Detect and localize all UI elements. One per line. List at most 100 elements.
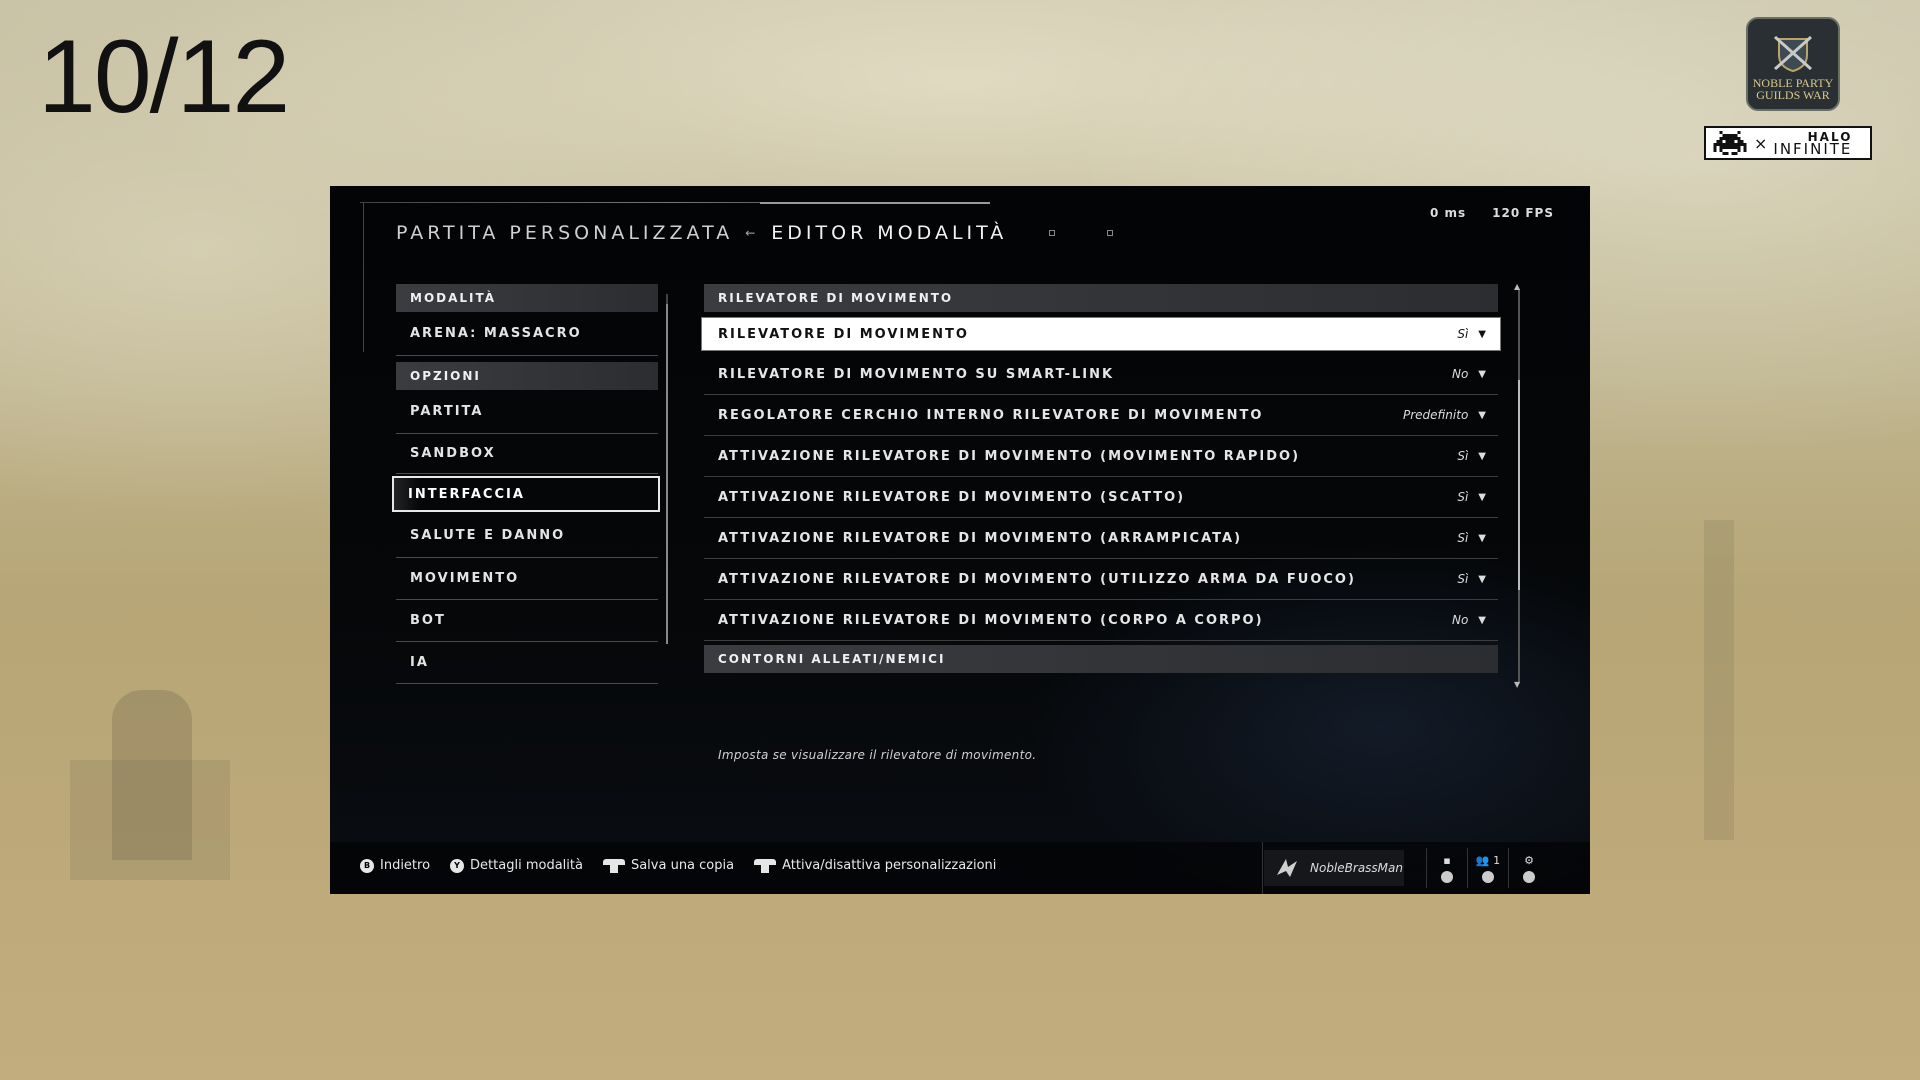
caret-down-icon[interactable]: ▼	[1478, 410, 1486, 421]
setting-label: ATTIVAZIONE RILEVATORE DI MOVIMENTO (UTI…	[718, 571, 1356, 587]
background-tower	[1704, 520, 1734, 840]
setting-row-melee[interactable]: ATTIVAZIONE RILEVATORE DI MOVIMENTO (COR…	[704, 600, 1498, 641]
setting-value: No	[1451, 367, 1469, 381]
scrollbar-thumb[interactable]	[666, 304, 668, 644]
mode-section-header: MODALITÀ	[396, 284, 658, 312]
decor-line	[363, 202, 364, 352]
breadcrumb: PARTITA PERSONALIZZATA ← EDITOR MODALITÀ	[396, 222, 1114, 244]
player-name: NobleBrassMan	[1310, 861, 1403, 875]
mode-value-item[interactable]: ARENA: MASSACRO	[396, 312, 658, 356]
setting-value: Sì	[1457, 531, 1469, 545]
setting-row-smart-link[interactable]: RILEVATORE DI MOVIMENTO SU SMART-LINK No…	[704, 354, 1498, 395]
hint-label: Indietro	[380, 858, 431, 873]
scroll-down-icon[interactable]: ▼	[1514, 680, 1520, 689]
setting-value: Predefinito	[1403, 408, 1469, 422]
setting-value: No	[1451, 613, 1469, 627]
hint-mode-details[interactable]: Y Dettagli modalità	[450, 858, 583, 873]
setting-row-motion-tracker[interactable]: RILEVATORE DI MOVIMENTO Sì ▼	[701, 317, 1501, 351]
caret-down-icon[interactable]: ▼	[1478, 451, 1486, 462]
caret-down-icon[interactable]: ▼	[1478, 369, 1486, 380]
setting-label: REGOLATORE CERCHIO INTERNO RILEVATORE DI…	[718, 407, 1264, 423]
player-emblem-icon	[1277, 859, 1297, 877]
footer-bar: B Indietro Y Dettagli modalità Salva una…	[330, 842, 1590, 894]
button-glyph-icon	[1523, 870, 1535, 883]
setting-row-climb[interactable]: ATTIVAZIONE RILEVATORE DI MOVIMENTO (ARR…	[704, 518, 1498, 559]
sidebar-item-ia[interactable]: IA	[396, 642, 658, 684]
y-button-icon: Y	[450, 858, 465, 873]
settings-button[interactable]: ⚙	[1508, 848, 1549, 888]
sidebar-item-interfaccia[interactable]: INTERFACCIA	[392, 476, 660, 512]
guild-logo-line2: GUILDS WAR	[1756, 88, 1830, 102]
next-section-header: CONTORNI ALLEATI/NEMICI	[704, 645, 1498, 673]
options-section-header: OPZIONI	[396, 362, 658, 390]
setting-value: Sì	[1457, 572, 1469, 586]
rb-button-icon	[754, 858, 777, 873]
party-icon: 👥 1	[1475, 853, 1501, 867]
setting-value: Sì	[1457, 490, 1469, 504]
caret-down-icon[interactable]: ▼	[1478, 615, 1486, 626]
party-button[interactable]: 👥 1	[1467, 848, 1508, 888]
caret-down-icon[interactable]: ▼	[1478, 329, 1486, 340]
scroll-up-icon[interactable]: ▲	[1514, 282, 1520, 291]
button-hints: B Indietro Y Dettagli modalità Salva una…	[360, 858, 996, 873]
decor-line	[760, 202, 990, 204]
ping-readout: 0 ms	[1429, 206, 1467, 220]
hint-label: Salva una copia	[630, 858, 735, 873]
crossed-swords-icon	[1774, 35, 1812, 73]
chat-button[interactable]: ▪	[1426, 848, 1467, 888]
button-glyph-icon	[1482, 870, 1494, 883]
halo-infinite-logo: × HALO INFINITE	[1704, 126, 1872, 160]
setting-value: Sì	[1457, 327, 1469, 341]
fps-readout: 120 FPS	[1492, 206, 1554, 220]
space-invader-icon	[1713, 131, 1747, 155]
sidebar-item-movimento[interactable]: MOVIMENTO	[396, 558, 658, 600]
button-glyph-icon	[1441, 870, 1453, 883]
arrow-left-icon: ←	[745, 226, 760, 240]
setting-label: ATTIVAZIONE RILEVATORE DI MOVIMENTO (ARR…	[718, 530, 1243, 546]
page-indicator	[1107, 230, 1114, 236]
hint-label: Dettagli modalità	[470, 858, 583, 873]
setting-row-sprint[interactable]: ATTIVAZIONE RILEVATORE DI MOVIMENTO (SCA…	[704, 477, 1498, 518]
sidebar-item-sandbox[interactable]: SANDBOX	[396, 434, 658, 474]
infinite-wordmark: INFINITE	[1773, 140, 1853, 158]
hint-label: Attiva/disattiva personalizzazioni	[782, 858, 997, 873]
player-card[interactable]: NobleBrassMan	[1264, 850, 1404, 886]
hint-back[interactable]: B Indietro	[360, 858, 430, 873]
setting-label: ATTIVAZIONE RILEVATORE DI MOVIMENTO (SCA…	[718, 489, 1186, 505]
setting-label: ATTIVAZIONE RILEVATORE DI MOVIMENTO (MOV…	[718, 448, 1301, 464]
sidebar-item-partita[interactable]: PARTITA	[396, 390, 658, 434]
divider	[1262, 842, 1263, 894]
lb-button-icon	[602, 858, 625, 873]
setting-description: Imposta se visualizzare il rilevatore di…	[718, 748, 1037, 762]
hint-toggle-customizations[interactable]: Attiva/disattiva personalizzazioni	[754, 858, 996, 873]
cross-icon: ×	[1754, 133, 1768, 153]
setting-label: RILEVATORE DI MOVIMENTO	[718, 326, 969, 342]
background-ruin	[70, 760, 230, 880]
scrollbar-thumb[interactable]	[1518, 380, 1520, 590]
page-indicator	[1049, 230, 1056, 236]
breadcrumb-parent[interactable]: PARTITA PERSONALIZZATA	[396, 222, 733, 244]
settings-scrollbar[interactable]	[1518, 290, 1520, 682]
settings-list: RILEVATORE DI MOVIMENTO RILEVATORE DI MO…	[701, 284, 1501, 673]
game-window: PARTITA PERSONALIZZATA ← EDITOR MODALITÀ…	[330, 186, 1590, 894]
caret-down-icon[interactable]: ▼	[1478, 533, 1486, 544]
sidebar-scrollbar[interactable]	[666, 294, 668, 644]
options-sidebar: MODALITÀ ARENA: MASSACRO OPZIONI PARTITA…	[392, 284, 660, 684]
sidebar-item-bot[interactable]: BOT	[396, 600, 658, 642]
setting-row-inner-circle[interactable]: REGOLATORE CERCHIO INTERNO RILEVATORE DI…	[704, 395, 1498, 436]
gear-icon: ⚙	[1524, 853, 1534, 867]
caret-down-icon[interactable]: ▼	[1478, 492, 1486, 503]
setting-row-fast-movement[interactable]: ATTIVAZIONE RILEVATORE DI MOVIMENTO (MOV…	[704, 436, 1498, 477]
sidebar-item-salute-e-danno[interactable]: SALUTE E DANNO	[396, 514, 658, 558]
guild-logo: NOBLE PARTY GUILDS WAR	[1746, 17, 1840, 111]
hint-save-copy[interactable]: Salva una copia	[602, 858, 735, 873]
caret-down-icon[interactable]: ▼	[1478, 574, 1486, 585]
setting-label: RILEVATORE DI MOVIMENTO SU SMART-LINK	[718, 366, 1115, 382]
setting-row-firearm[interactable]: ATTIVAZIONE RILEVATORE DI MOVIMENTO (UTI…	[704, 559, 1498, 600]
slide-number: 10/12	[38, 19, 290, 135]
party-count: 1	[1493, 853, 1501, 867]
setting-label: ATTIVAZIONE RILEVATORE DI MOVIMENTO (COR…	[718, 612, 1264, 628]
performance-readout: 0 ms 120 FPS	[1430, 206, 1554, 220]
setting-value: Sì	[1457, 449, 1469, 463]
section-header: RILEVATORE DI MOVIMENTO	[704, 284, 1498, 312]
